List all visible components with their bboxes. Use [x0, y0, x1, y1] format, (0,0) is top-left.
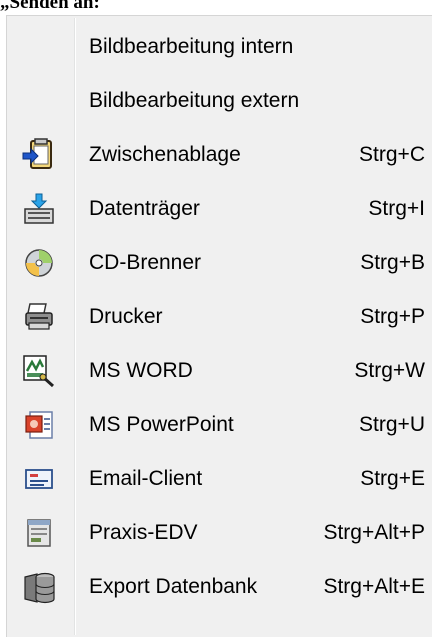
menu-item-label: Export Datenbank [89, 575, 258, 598]
cd-icon [21, 245, 57, 281]
menu-item-label: Zwischenablage [89, 143, 241, 166]
menu-item-email-client[interactable]: Email-Client Strg+E [7, 452, 432, 506]
menu-item-drucker[interactable]: Drucker Strg+P [7, 290, 432, 344]
menu-item-export-datenbank[interactable]: Export Datenbank Strg+Alt+E [7, 560, 432, 614]
menu-item-shortcut: Strg+C [359, 143, 425, 166]
menu-item-cd-brenner[interactable]: CD-Brenner Strg+B [7, 236, 432, 290]
menu-item-label: MS PowerPoint [89, 413, 234, 436]
menu-item-ms-powerpoint[interactable]: MS PowerPoint Strg+U [7, 398, 432, 452]
menu-item-label: MS WORD [89, 359, 193, 382]
menu-item-bildbearbeitung-extern[interactable]: Bildbearbeitung extern [7, 74, 432, 128]
email-icon [21, 461, 57, 497]
menu-item-shortcut: Strg+B [360, 251, 425, 274]
menu-item-shortcut: Strg+E [360, 467, 425, 490]
menu-item-praxis-edv[interactable]: Praxis-EDV Strg+Alt+P [7, 506, 432, 560]
menu-item-label: Datenträger [89, 197, 200, 220]
caption: „Senden an: [0, 0, 100, 13]
menu-item-shortcut: Strg+Alt+P [323, 521, 425, 544]
menu-item-datentraeger[interactable]: Datenträger Strg+I [7, 182, 432, 236]
menu-item-shortcut: Strg+P [360, 305, 425, 328]
menu-item-label: Drucker [89, 305, 163, 328]
send-to-context-menu: Bildbearbeitung intern Bildbearbeitung e… [6, 15, 432, 637]
menu-item-label: Bildbearbeitung extern [89, 89, 300, 112]
powerpoint-icon [21, 407, 57, 443]
menu-item-shortcut: Strg+Alt+E [323, 575, 425, 598]
menu-item-ms-word[interactable]: MS WORD Strg+W [7, 344, 432, 398]
menu-item-shortcut: Strg+W [354, 359, 425, 382]
menu-item-label: CD-Brenner [89, 251, 202, 274]
menu-item-label: Praxis-EDV [89, 521, 198, 544]
menu-item-label: Email-Client [89, 467, 203, 490]
word-icon [21, 353, 57, 389]
menu-item-label: Bildbearbeitung intern [89, 35, 294, 58]
drive-icon [21, 191, 57, 227]
menu-item-shortcut: Strg+I [368, 197, 425, 220]
practice-software-icon [21, 515, 57, 551]
printer-icon [21, 299, 57, 335]
menu-item-zwischenablage[interactable]: Zwischenablage Strg+C [7, 128, 432, 182]
menu-item-bildbearbeitung-intern[interactable]: Bildbearbeitung intern [7, 20, 432, 74]
menu-item-shortcut: Strg+U [359, 413, 425, 436]
database-icon [21, 569, 57, 605]
clipboard-icon [21, 137, 57, 173]
